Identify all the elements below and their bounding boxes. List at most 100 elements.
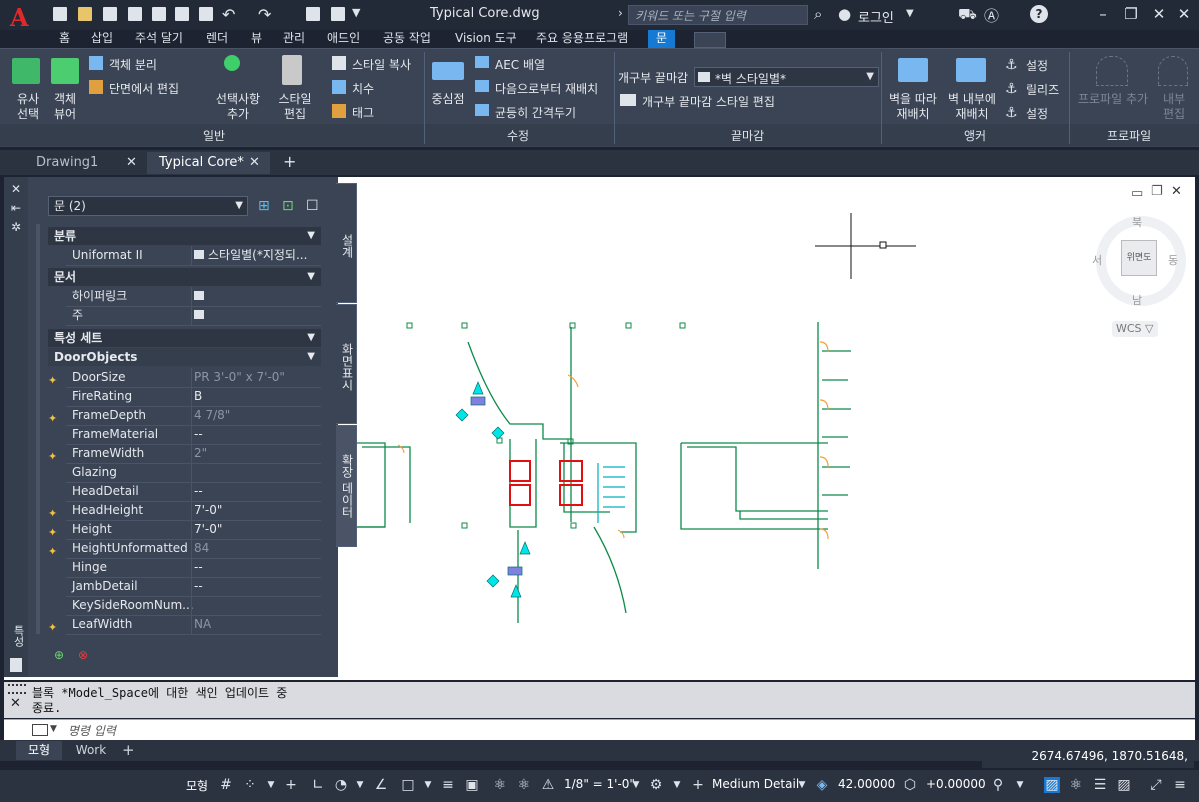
reposition-within-wall-icon[interactable] — [956, 58, 986, 82]
tab-collaborate[interactable]: 공동 작업 — [383, 30, 431, 48]
property-value[interactable]: 7'-0" — [191, 501, 322, 520]
customize-icon[interactable]: ≡ — [1172, 777, 1188, 793]
viewport-close-icon[interactable]: ✕ — [1171, 184, 1182, 199]
palette-close-icon[interactable]: ✕ — [11, 182, 21, 196]
open-file-icon[interactable] — [78, 7, 92, 21]
viewcube-north[interactable]: 북 — [1132, 214, 1142, 230]
property-value[interactable]: 4 7/8" — [191, 406, 322, 425]
object-viewer-button[interactable]: 객체 뷰어 — [45, 92, 85, 122]
tab-vision-tools[interactable]: Vision 도구 — [455, 30, 517, 48]
vtab-design[interactable]: 설계 — [336, 183, 357, 303]
property-row[interactable]: ✦ Height 7'-0" — [48, 520, 322, 540]
grid-icon[interactable]: # — [218, 777, 234, 793]
tag-button[interactable]: 태그 — [352, 104, 374, 121]
quick-properties-icon[interactable]: ☰ — [1092, 777, 1108, 793]
property-value[interactable] — [191, 306, 322, 325]
workspace-gear-icon[interactable]: ⚙ — [648, 777, 664, 793]
add-profile-icon[interactable] — [1096, 56, 1128, 86]
undo-icon[interactable]: ↶ — [222, 5, 235, 24]
property-row[interactable]: FireRating B — [66, 387, 321, 407]
viewport-minimize-icon[interactable]: ▭ — [1131, 186, 1143, 201]
cart-icon[interactable]: ⛟ — [958, 5, 977, 25]
edit-endcap-style-icon[interactable] — [620, 94, 636, 106]
anchor-set-icon[interactable]: ⚓ — [1005, 57, 1018, 73]
model-space-button[interactable]: 모형 — [186, 777, 208, 794]
help-icon[interactable]: ? — [1030, 5, 1048, 23]
reposition-along-wall-icon[interactable] — [898, 58, 928, 82]
tab-home[interactable]: 홈 — [59, 30, 70, 48]
property-value[interactable]: 7'-0" — [191, 520, 322, 539]
annotation-scale-dropdown[interactable]: 1/8" = 1'-0" — [564, 777, 635, 791]
add-layout-icon[interactable]: + — [122, 741, 135, 760]
infer-constraints-icon[interactable]: + — [283, 777, 299, 793]
vtab-extended-data[interactable]: 확장 데이터 — [336, 425, 357, 547]
reposition-within-wall-button[interactable]: 벽 내부에 재배치 — [943, 92, 1001, 122]
property-row[interactable]: JambDetail -- — [66, 577, 321, 597]
property-row[interactable]: ✦ DoorSize PR 3'-0" x 7'-0" — [48, 368, 321, 388]
copy-style-icon[interactable] — [332, 56, 346, 70]
add-selection-icon[interactable]: ⊞ — [258, 198, 274, 214]
command-input[interactable]: 명령 입력 — [68, 722, 116, 739]
section-door-objects[interactable]: DoorObjects ▼ — [48, 348, 321, 366]
tab-view[interactable]: 뷰 — [251, 30, 262, 48]
new-file-icon[interactable] — [53, 7, 67, 21]
section-property-sets[interactable]: 특성 세트 ▼ — [48, 329, 321, 347]
property-row[interactable]: Uniformat II 스타일별(*지정되... — [66, 246, 321, 266]
display-configuration-dropdown[interactable]: Medium Detail — [712, 777, 799, 791]
command-prompt-icon[interactable] — [32, 724, 48, 736]
palette-scrollbar[interactable] — [36, 224, 40, 634]
lineweight-icon[interactable]: ≡ — [440, 777, 456, 793]
edit-style-icon[interactable] — [282, 55, 302, 85]
section-documents[interactable]: 문서 ▼ — [48, 268, 321, 286]
property-value[interactable] — [191, 463, 322, 482]
isolate-objects-button[interactable]: 객체 분리 — [109, 56, 157, 73]
property-row[interactable]: Hinge -- — [66, 558, 321, 578]
cut-plane-icon[interactable]: ⬡ — [902, 777, 918, 793]
chevron-down-icon[interactable]: ▼ — [1012, 777, 1028, 793]
viewcube-south[interactable]: 남 — [1132, 292, 1142, 308]
ortho-icon[interactable]: ∟ — [310, 777, 326, 793]
elevation-value[interactable]: 42.00000 — [838, 777, 895, 791]
edit-in-place-icon[interactable] — [1158, 56, 1188, 86]
property-value[interactable]: -- — [191, 425, 322, 444]
viewcube-west[interactable]: 서 — [1092, 252, 1102, 268]
user-icon[interactable]: ● — [838, 5, 851, 23]
login-button[interactable]: 로그인 — [858, 7, 894, 26]
property-row[interactable]: ✦ HeadHeight 7'-0" — [48, 501, 322, 521]
command-input-bar[interactable] — [4, 719, 1195, 741]
viewport-restore-icon[interactable]: ❐ — [1151, 184, 1163, 199]
annotation-monitor-icon[interactable]: ⚛ — [1068, 777, 1084, 793]
property-row[interactable]: ✦ FrameWidth 2" — [48, 444, 321, 464]
edit-in-section-button[interactable]: 단면에서 편집 — [109, 80, 179, 97]
autodesk-a360-icon[interactable]: Ⓐ — [984, 5, 999, 26]
viewcube-top-face[interactable]: 위면도 — [1121, 240, 1157, 276]
anchor-set2-icon[interactable]: ⚓ — [1005, 105, 1018, 121]
property-row[interactable]: 주 — [66, 306, 321, 326]
opening-endcap-dropdown[interactable]: *벽 스타일별* ▼ — [694, 67, 879, 87]
reposition-from-button[interactable]: 다음으로부터 재배치 — [495, 80, 598, 97]
center-button[interactable]: 중심점 — [426, 92, 470, 107]
login-dropdown-icon[interactable]: ▼ — [906, 8, 914, 19]
object-viewer-icon[interactable] — [51, 58, 79, 84]
cut-plane-value[interactable]: +0.00000 — [926, 777, 986, 791]
coordinate-readout[interactable]: 2674.67496, 1870.51648, 0.00000 — [982, 744, 1194, 787]
chevron-down-icon[interactable]: ▼ — [669, 777, 685, 793]
add-property-set-icon[interactable]: ⊕ — [54, 648, 68, 662]
command-close-icon[interactable]: ✕ — [10, 696, 21, 711]
property-row[interactable]: ✦ FrameDepth 4 7/8" — [48, 406, 322, 426]
chevron-down-icon[interactable]: ▼ — [628, 777, 644, 793]
transparency-icon[interactable]: ▣ — [464, 777, 480, 793]
close-icon[interactable]: ✕ — [249, 152, 260, 174]
tab-insert[interactable]: 삽입 — [91, 30, 113, 48]
annotation-scale-icon[interactable]: ⚠ — [540, 777, 556, 793]
select-objects-icon[interactable]: ☐ — [306, 198, 322, 214]
property-value[interactable] — [191, 287, 322, 306]
property-value[interactable]: 스타일별(*지정되... — [191, 246, 322, 265]
reposition-along-wall-button[interactable]: 벽을 따라 재배치 — [884, 92, 942, 122]
anchor-set-button[interactable]: 설정 — [1026, 57, 1048, 74]
property-value[interactable] — [191, 596, 322, 615]
snap-icon[interactable]: ⁘ — [242, 777, 258, 793]
redo-icon[interactable]: ↷ — [258, 5, 271, 24]
ribbon-minimize-button[interactable] — [694, 32, 726, 48]
floor-plan-drawing[interactable] — [338, 177, 1195, 680]
